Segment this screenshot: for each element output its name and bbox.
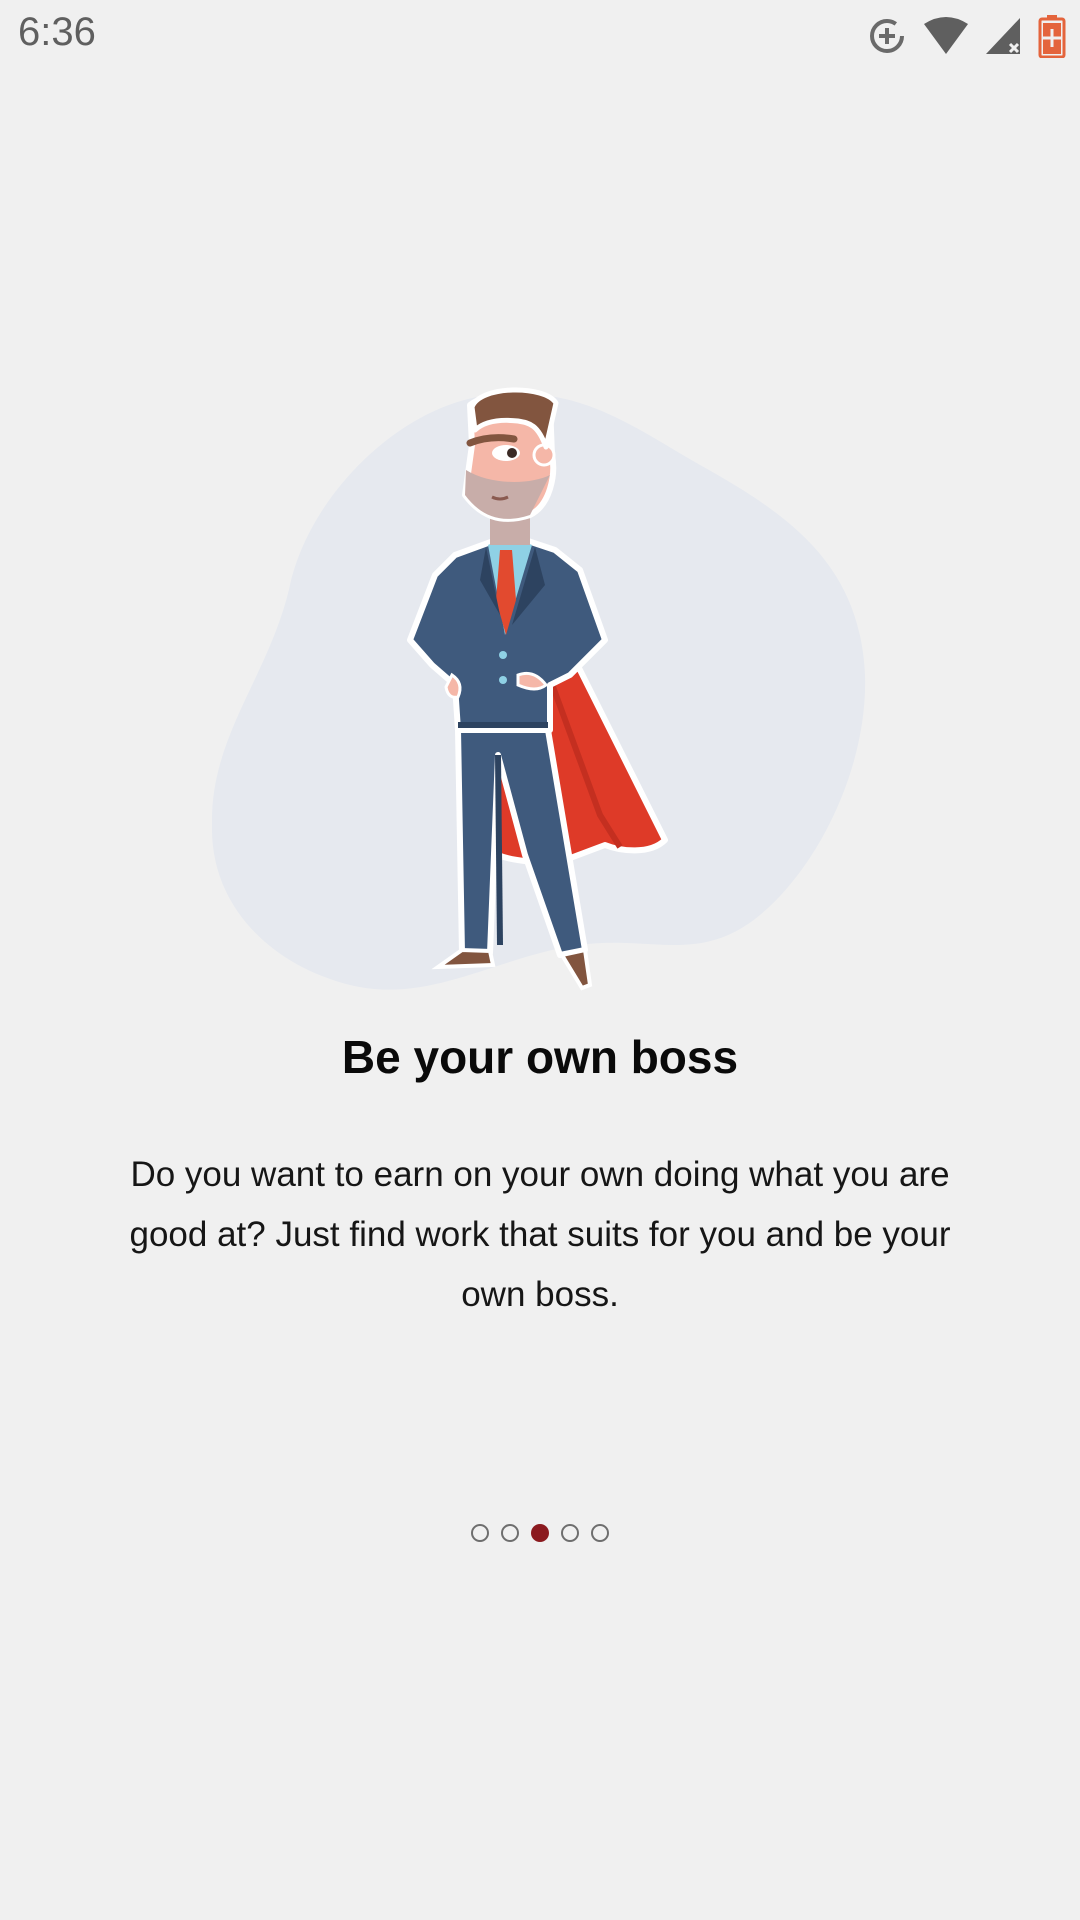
page-dot-5[interactable] xyxy=(591,1524,609,1542)
onboarding-title: Be your own boss xyxy=(341,1031,739,1083)
onboarding-description: Do you want to earn on your own doing wh… xyxy=(129,1155,951,1314)
status-time: 6:36 xyxy=(18,10,96,54)
sync-icon xyxy=(866,15,908,57)
page-dot-4[interactable] xyxy=(561,1524,579,1542)
superhero-businessman-illustration xyxy=(200,385,880,1000)
status-icons xyxy=(866,12,1066,60)
cell-signal-icon xyxy=(984,16,1024,56)
page-dot-1[interactable] xyxy=(471,1524,489,1542)
page-indicator xyxy=(0,1524,1080,1542)
status-bar: 6:36 xyxy=(0,0,1080,72)
page-dot-3-active[interactable] xyxy=(531,1524,549,1542)
battery-charging-icon xyxy=(1038,14,1066,58)
onboarding-screen: 6:36 Be your own boss Do you want to ear… xyxy=(0,0,1080,1920)
page-dot-2[interactable] xyxy=(501,1524,519,1542)
wifi-icon xyxy=(922,16,970,56)
